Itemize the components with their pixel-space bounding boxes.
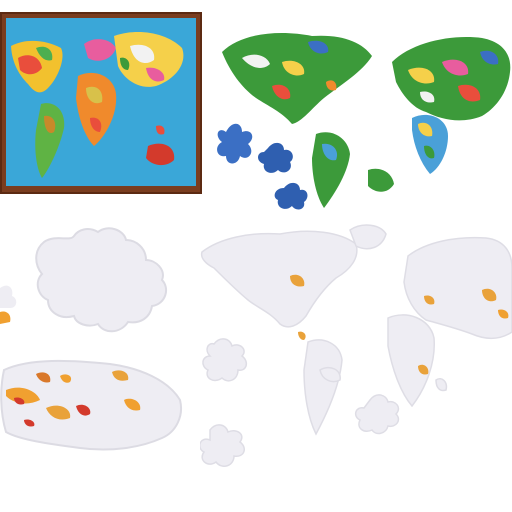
loose-piece-blue-2 [258, 142, 293, 173]
colored-puzzle-svg [217, 33, 511, 210]
australia-shape [368, 168, 394, 192]
eurasia-shape [392, 37, 511, 121]
white-map-slab [0, 359, 182, 451]
large-white-piece [35, 227, 168, 333]
colored-map-puzzle [212, 12, 512, 212]
white-loose-piece-2 [200, 424, 245, 467]
white-loose-piece-1 [202, 338, 248, 382]
wooden-puzzle-board [0, 12, 202, 194]
ocean-background [6, 18, 196, 186]
small-white-piece-1 [0, 285, 17, 308]
white-north-america [200, 230, 358, 328]
orange-fragment [0, 311, 11, 324]
africa-shape [412, 114, 448, 174]
africa-shape [76, 72, 117, 146]
white-loose-pieces-svg [200, 338, 400, 467]
north-america-shape [222, 33, 372, 124]
loose-piece-blue-1 [217, 123, 253, 164]
island-shape [156, 125, 165, 135]
white-loose-piece-4 [319, 366, 341, 383]
australia-shape [146, 143, 175, 166]
europe-shape [84, 39, 116, 61]
south-america-shape [35, 103, 65, 178]
south-america-shape [312, 132, 350, 208]
white-greenland [349, 224, 387, 250]
colored-map-svg [11, 32, 184, 178]
loose-piece-blue-3 [274, 182, 308, 210]
white-loose-piece-3 [354, 394, 400, 435]
white-pieces-area [0, 212, 200, 512]
white-pieces-svg [0, 227, 182, 451]
